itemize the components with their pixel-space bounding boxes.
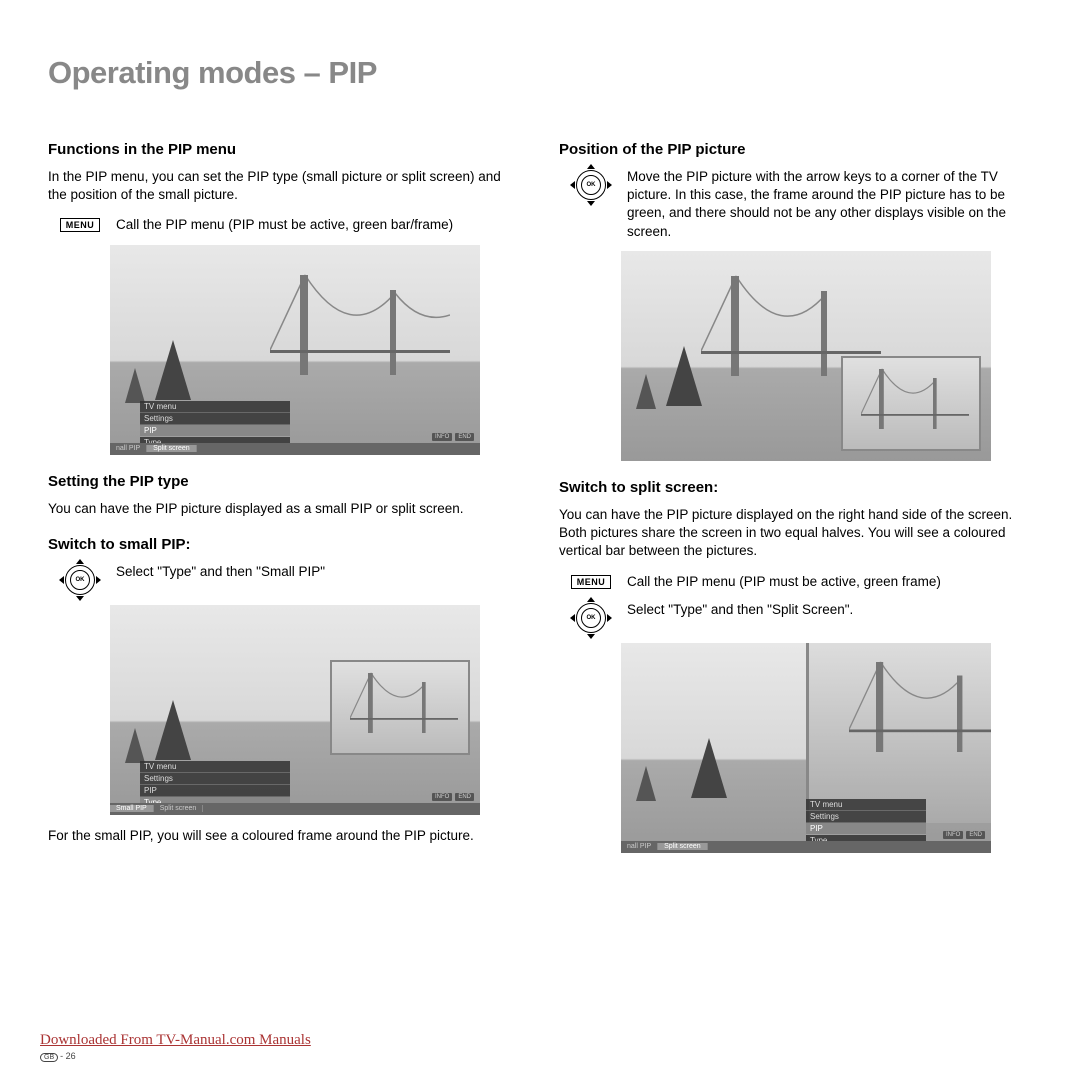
menu-button-icon: MENU xyxy=(56,216,104,232)
instruction-menu-call: MENU Call the PIP menu (PIP must be acti… xyxy=(56,216,521,234)
pip-inset-position xyxy=(841,356,981,451)
text-small-pip-note: For the small PIP, you will see a colour… xyxy=(48,827,521,845)
menu-label: MENU xyxy=(60,218,101,232)
footer-link[interactable]: Downloaded From TV-Manual.com Manuals xyxy=(40,1032,311,1048)
instruction-text: Move the PIP picture with the arrow keys… xyxy=(627,168,1032,241)
screenshot-split-screen: TV menu Settings PIP Type INFOEND nall P… xyxy=(621,643,991,853)
content-columns: Functions in the PIP menu In the PIP men… xyxy=(48,141,1032,865)
heading-setting-type: Setting the PIP type xyxy=(48,473,521,490)
left-column: Functions in the PIP menu In the PIP men… xyxy=(48,141,521,865)
osd-menu: TV menu Settings PIP Type xyxy=(806,799,926,847)
instruction-select-small-pip: OK Select "Type" and then "Small PIP" xyxy=(56,563,521,595)
page-number: GB- 26 xyxy=(40,1051,311,1062)
pip-inset-small xyxy=(330,660,470,755)
osd-menu: TV menu Settings PIP Type xyxy=(140,761,290,809)
instruction-text: Select "Type" and then "Small PIP" xyxy=(116,563,521,581)
instruction-move-pip: OK Move the PIP picture with the arrow k… xyxy=(567,168,1032,241)
menu-label: MENU xyxy=(571,575,612,589)
osd-menu: TV menu Settings PIP Type xyxy=(140,401,290,449)
text-setting-type: You can have the PIP picture displayed a… xyxy=(48,500,521,518)
right-column: Position of the PIP picture OK Move the … xyxy=(559,141,1032,865)
ok-button-icon: OK xyxy=(567,168,615,200)
text-split-screen: You can have the PIP picture displayed o… xyxy=(559,506,1032,561)
page-footer: Downloaded From TV-Manual.com Manuals GB… xyxy=(40,1031,311,1062)
instruction-select-split: OK Select "Type" and then "Split Screen"… xyxy=(567,601,1032,633)
screenshot-small-pip: TV menu Settings PIP Type INFOEND Small … xyxy=(110,605,480,815)
ok-button-icon: OK xyxy=(56,563,104,595)
ok-button-icon: OK xyxy=(567,601,615,633)
instruction-text: Call the PIP menu (PIP must be active, g… xyxy=(627,573,1032,591)
heading-small-pip: Switch to small PIP: xyxy=(48,536,521,553)
heading-split-screen: Switch to split screen: xyxy=(559,479,1032,496)
text-functions-intro: In the PIP menu, you can set the PIP typ… xyxy=(48,168,521,204)
instruction-text: Call the PIP menu (PIP must be active, g… xyxy=(116,216,521,234)
heading-functions: Functions in the PIP menu xyxy=(48,141,521,158)
page-title: Operating modes – PIP xyxy=(48,55,1032,91)
screenshot-pip-position xyxy=(621,251,991,461)
menu-button-icon: MENU xyxy=(567,573,615,589)
heading-position: Position of the PIP picture xyxy=(559,141,1032,158)
instruction-text: Select "Type" and then "Split Screen". xyxy=(627,601,1032,619)
instruction-call-menu-split: MENU Call the PIP menu (PIP must be acti… xyxy=(567,573,1032,591)
screenshot-pip-menu: TV menu Settings PIP Type INFOEND nall P… xyxy=(110,245,480,455)
